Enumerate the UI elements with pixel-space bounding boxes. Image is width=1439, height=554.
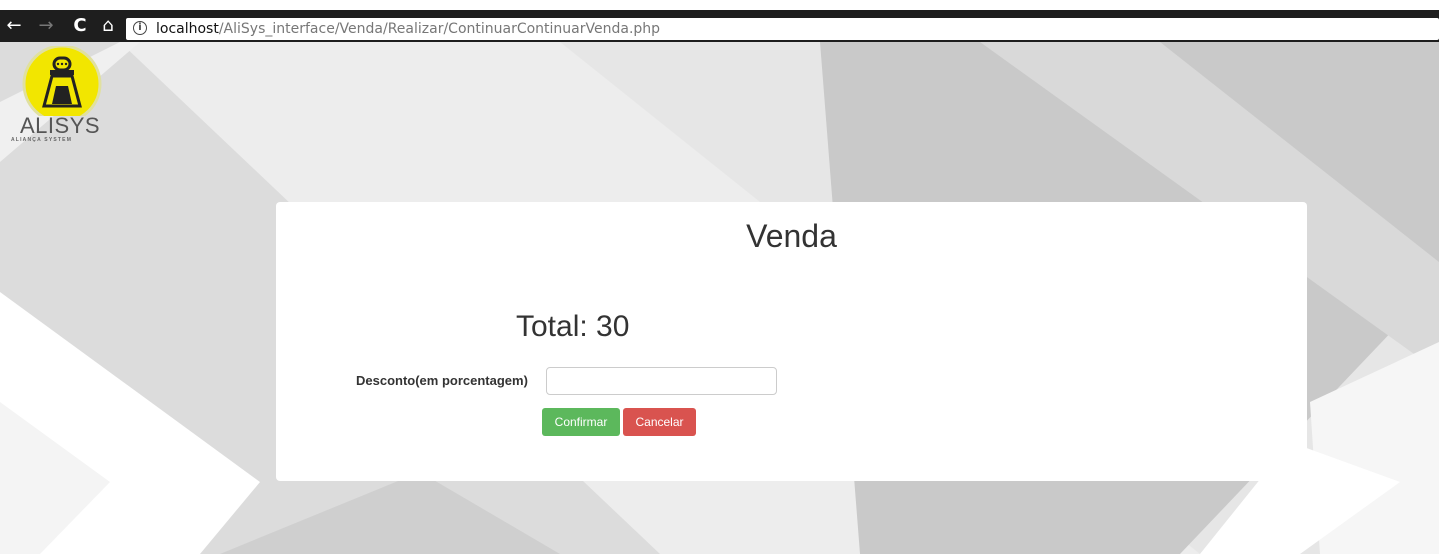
sale-panel: Venda Total: 30 Desconto(em porcentagem)… xyxy=(276,202,1307,481)
url-path: /AliSys_interface/Venda/Realizar/Continu… xyxy=(218,21,661,37)
back-icon[interactable]: ← xyxy=(4,16,24,36)
cancel-button[interactable]: Cancelar xyxy=(623,408,696,436)
lighthouse-icon xyxy=(22,44,102,124)
discount-input[interactable] xyxy=(546,367,777,395)
reload-icon[interactable]: C xyxy=(70,16,90,36)
info-icon[interactable]: i xyxy=(133,21,147,35)
discount-label: Desconto(em porcentagem) xyxy=(356,373,528,388)
page-title: Venda xyxy=(746,218,837,254)
forward-icon[interactable]: → xyxy=(36,16,56,36)
home-icon[interactable]: ⌂ xyxy=(98,16,118,36)
url-host: localhost xyxy=(156,21,219,37)
browser-toolbar: ← → C ⌂ i localhost/AliSys_interface/Ven… xyxy=(0,0,1439,42)
logo-subtext: ALIANÇA SYSTEM xyxy=(11,137,73,143)
total-amount: Total: 30 xyxy=(516,310,630,343)
logo-text: ALISYS xyxy=(20,113,101,138)
address-bar[interactable]: i localhost/AliSys_interface/Venda/Reali… xyxy=(126,18,1439,40)
confirm-button[interactable]: Confirmar xyxy=(542,408,620,436)
